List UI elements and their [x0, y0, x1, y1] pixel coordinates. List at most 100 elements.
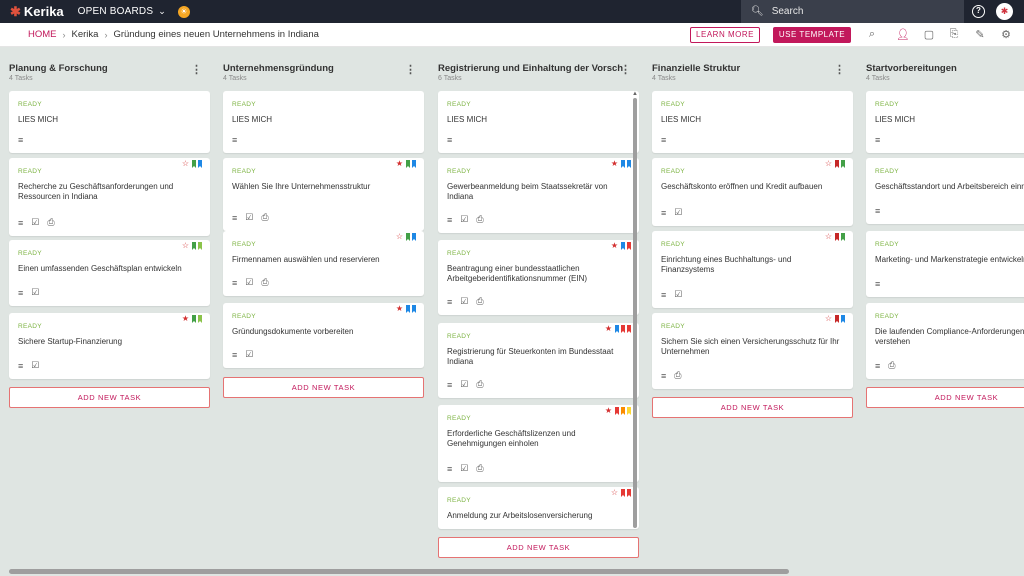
kerika-logo[interactable]: ✱ Kerika	[10, 4, 64, 20]
star-filled-icon[interactable]: ★	[611, 160, 618, 168]
scroll-up-icon[interactable]: ▲	[632, 91, 638, 97]
task-title: Beantragung einer bundesstaatlichen Arbe…	[447, 264, 588, 283]
checklist-icon: ☑	[460, 214, 469, 224]
tag-flag-icon	[835, 315, 839, 323]
search-icon[interactable]: ⌕	[865, 28, 879, 41]
column-header: Unternehmensgründung 4 Tasks ⋮	[214, 47, 428, 89]
add-new-task-button[interactable]: ADD NEW TASK	[438, 537, 639, 558]
chevron-right-icon: ›	[104, 29, 108, 40]
more-vert-icon[interactable]: ⋮	[620, 63, 631, 76]
star-outline-icon[interactable]: ☆	[825, 315, 832, 323]
open-boards-menu[interactable]: OPEN BOARDS ⌄	[78, 6, 166, 17]
task-status: READY	[875, 313, 899, 320]
star-filled-icon[interactable]: ★	[605, 407, 612, 415]
card-tags: ★	[605, 325, 631, 333]
task-card[interactable]: ★ READY Beantragung einer bundesstaatlic…	[438, 240, 639, 315]
column-header: Planung & Forschung 4 Tasks ⋮	[0, 47, 214, 89]
column-scrollbar[interactable]	[633, 98, 637, 528]
breadcrumb-home[interactable]: HOME	[28, 29, 57, 40]
help-icon[interactable]: ?	[972, 5, 985, 18]
star-outline-icon[interactable]: ☆	[825, 233, 832, 241]
board-column: Startvorbereitungen 4 Tasks ⋮ READY LIES…	[857, 47, 1024, 408]
tag-flag-icon	[192, 315, 196, 323]
task-card[interactable]: READY Marketing- und Markenstrategie ent…	[866, 231, 1024, 297]
column-title[interactable]: Startvorbereitungen	[866, 63, 1024, 74]
star-outline-icon[interactable]: ☆	[182, 160, 189, 168]
column-title[interactable]: Unternehmensgründung	[223, 63, 408, 74]
attachment-icon: ⎙	[47, 217, 55, 227]
task-card[interactable]: ★ READY Sichere Startup-Finanzierung ≡ ☑	[9, 313, 210, 379]
board-horizontal-scrollbar[interactable]	[9, 569, 789, 574]
learn-more-button[interactable]: LEARN MORE	[690, 27, 760, 43]
card-icons: ≡ ⎙	[661, 370, 689, 381]
card-icons: ≡	[875, 206, 888, 216]
task-card[interactable]: READY LIES MICH ≡	[652, 91, 853, 153]
details-icon: ≡	[875, 206, 881, 216]
task-card[interactable]: ★ READY Gründungsdokumente vorbereiten ≡…	[223, 303, 424, 368]
task-card[interactable]: ★ READY Wählen Sie Ihre Unternehmensstru…	[223, 158, 424, 231]
star-outline-icon[interactable]: ☆	[182, 242, 189, 250]
attachment-icon[interactable]: ⎘	[947, 28, 961, 41]
task-title: Anmeldung zur Arbeitslosenversicherung	[447, 511, 593, 520]
task-card[interactable]: ★ READY Registrierung für Steuerkonten i…	[438, 323, 639, 398]
task-card[interactable]: ☆ READY Einrichtung eines Buchhaltungs- …	[652, 231, 853, 308]
task-card[interactable]: ☆ READY Geschäftskonto eröffnen und Kred…	[652, 158, 853, 226]
star-filled-icon[interactable]: ★	[605, 325, 612, 333]
attachment-icon: ⎙	[476, 379, 484, 389]
task-title: Recherche zu Geschäftsanforderungen und …	[18, 182, 174, 201]
tools-icon[interactable]: ✎	[973, 28, 987, 41]
task-card[interactable]: ★ READY Gewerbeanmeldung beim Staatssekr…	[438, 158, 639, 233]
task-card[interactable]: ☆ READY Recherche zu Geschäftsanforderun…	[9, 158, 210, 236]
star-filled-icon[interactable]: ★	[611, 242, 618, 250]
task-status: READY	[18, 250, 42, 257]
task-title: Einen umfassenden Geschäftsplan entwicke…	[18, 264, 182, 273]
details-icon: ≡	[447, 214, 453, 225]
chat-icon[interactable]: ▢	[922, 28, 936, 41]
task-card[interactable]: ☆ READY Einen umfassenden Geschäftsplan …	[9, 240, 210, 306]
column-title[interactable]: Planung & Forschung	[9, 63, 194, 74]
task-card[interactable]: READY Geschäftsstandort und Arbeitsberei…	[866, 158, 1024, 224]
gear-icon[interactable]: ⚙	[999, 28, 1013, 41]
task-card[interactable]: READY LIES MICH ≡	[9, 91, 210, 153]
board-column: Unternehmensgründung 4 Tasks ⋮ READY LIE…	[214, 47, 428, 398]
star-outline-icon[interactable]: ☆	[611, 489, 618, 497]
task-card[interactable]: ☆ READY Firmennamen auswählen und reserv…	[223, 231, 424, 296]
task-card[interactable]: READY LIES MICH ≡	[866, 91, 1024, 153]
add-new-task-button[interactable]: ADD NEW TASK	[9, 387, 210, 408]
task-card[interactable]: ★ READY Erforderliche Geschäftslizenzen …	[438, 405, 639, 482]
more-vert-icon[interactable]: ⋮	[191, 63, 202, 76]
task-card[interactable]: ☆ READY Sichern Sie sich einen Versicher…	[652, 313, 853, 389]
star-filled-icon[interactable]: ★	[182, 315, 189, 323]
star-filled-icon[interactable]: ★	[396, 305, 403, 313]
add-new-task-button[interactable]: ADD NEW TASK	[866, 387, 1024, 408]
add-person-icon[interactable]: 👤︎	[896, 28, 910, 41]
more-vert-icon[interactable]: ⋮	[405, 63, 416, 76]
card-tags: ☆	[825, 160, 845, 168]
search-placeholder: Search	[771, 6, 804, 17]
column-title[interactable]: Registrierung und Einhaltung der Vorschr…	[438, 63, 623, 74]
star-outline-icon[interactable]: ☆	[825, 160, 832, 168]
details-icon: ≡	[875, 135, 881, 145]
breadcrumb-org[interactable]: Kerika	[72, 29, 99, 40]
task-status: READY	[447, 497, 471, 504]
add-new-task-button[interactable]: ADD NEW TASK	[223, 377, 424, 398]
star-filled-icon[interactable]: ★	[396, 160, 403, 168]
use-template-button[interactable]: USE TEMPLATE	[773, 27, 851, 43]
checklist-icon: ☑	[245, 277, 254, 287]
task-status: READY	[661, 101, 685, 108]
card-tags: ☆	[611, 489, 631, 497]
avatar[interactable]: ✱	[996, 3, 1013, 20]
task-card[interactable]: READY LIES MICH ≡	[438, 91, 639, 153]
task-status: READY	[661, 241, 685, 248]
task-card[interactable]: READY Die laufenden Compliance-Anforderu…	[866, 303, 1024, 379]
add-new-task-button[interactable]: ADD NEW TASK	[652, 397, 853, 418]
task-card[interactable]: READY LIES MICH ≡	[223, 91, 424, 153]
org-sun-icon[interactable]: ☀	[177, 5, 190, 18]
column-title[interactable]: Finanzielle Struktur	[652, 63, 837, 74]
search-input[interactable]: 🔍︎ Search	[741, 0, 964, 23]
attachment-icon: ⎙	[261, 212, 269, 222]
more-vert-icon[interactable]: ⋮	[834, 63, 845, 76]
task-card[interactable]: ☆ READY Anmeldung zur Arbeitslosenversic…	[438, 487, 639, 529]
star-outline-icon[interactable]: ☆	[396, 233, 403, 241]
column-header: Startvorbereitungen 4 Tasks ⋮	[857, 47, 1024, 89]
